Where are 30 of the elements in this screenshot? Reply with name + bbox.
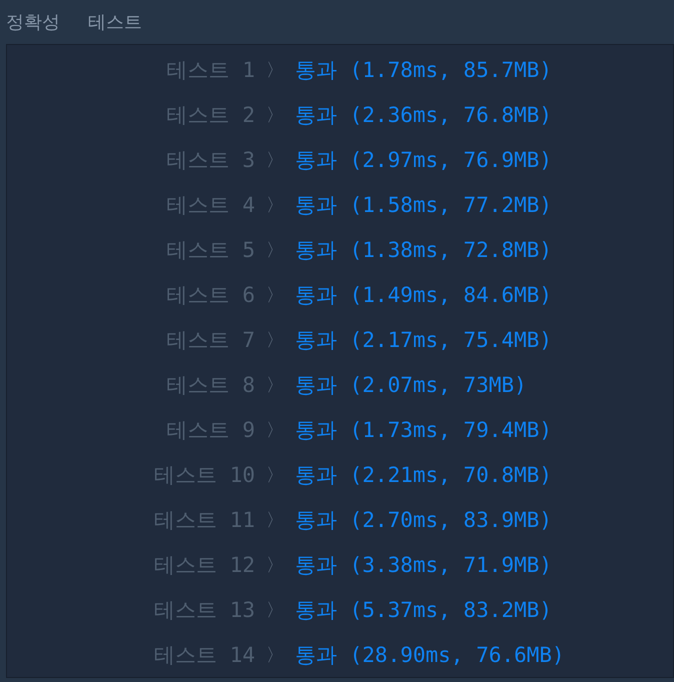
test-result: 통과 (1.49ms, 84.6MB) bbox=[295, 282, 552, 308]
section-label: 정확성 bbox=[6, 11, 60, 34]
test-result: 통과 (1.73ms, 79.4MB) bbox=[295, 416, 552, 444]
chevron-separator: 〉 bbox=[265, 464, 285, 486]
chevron-separator: 〉 bbox=[265, 554, 285, 576]
chevron-separator: 〉 bbox=[265, 148, 285, 172]
chevron-separator: 〉 bbox=[265, 508, 285, 532]
chevron-separator: 〉 bbox=[265, 284, 285, 306]
chevron-separator: 〉 bbox=[265, 644, 285, 666]
chevron-separator: 〉 bbox=[265, 194, 285, 216]
section-label: 테스트 bbox=[88, 11, 142, 34]
test-result: 통과 (2.70ms, 83.9MB) bbox=[295, 506, 552, 534]
chevron-separator: 〉 bbox=[265, 598, 285, 622]
test-result: 통과 (1.58ms, 77.2MB) bbox=[295, 192, 552, 218]
test-result: 통과 (28.90ms, 76.6MB) bbox=[295, 642, 565, 668]
chevron-separator: 〉 bbox=[265, 328, 285, 352]
test-result: 통과 (2.36ms, 76.8MB) bbox=[295, 102, 552, 128]
test-result: 통과 (2.07ms, 73MB) bbox=[295, 372, 527, 398]
chevron-separator: 〉 bbox=[265, 58, 285, 82]
chevron-separator: 〉 bbox=[265, 238, 285, 262]
chevron-separator: 〉 bbox=[265, 418, 285, 442]
chevron-separator: 〉 bbox=[265, 104, 285, 126]
test-result: 통과 (2.21ms, 70.8MB) bbox=[295, 462, 552, 488]
test-result: 통과 (5.37ms, 83.2MB) bbox=[295, 596, 552, 624]
test-result: 통과 (2.17ms, 75.4MB) bbox=[295, 326, 552, 354]
test-result: 통과 (1.38ms, 72.8MB) bbox=[295, 236, 552, 264]
test-result: 통과 (2.97ms, 76.9MB) bbox=[295, 146, 552, 174]
test-result: 통과 (1.78ms, 85.7MB) bbox=[295, 56, 552, 84]
chevron-separator: 〉 bbox=[265, 374, 285, 396]
test-result: 통과 (3.38ms, 71.9MB) bbox=[295, 552, 552, 578]
